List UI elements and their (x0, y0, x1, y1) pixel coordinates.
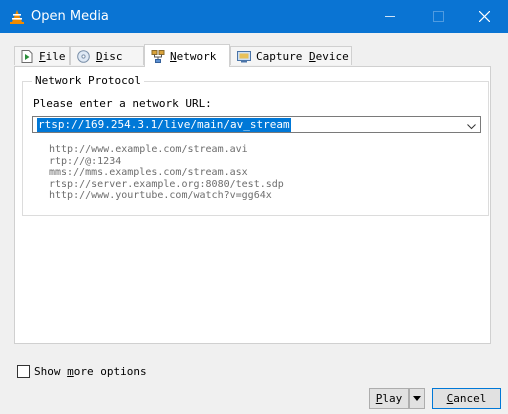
maximize-button[interactable] (416, 0, 460, 33)
close-icon (479, 11, 490, 22)
title-bar: Open Media (0, 0, 508, 33)
tab-file[interactable]: File (14, 46, 70, 65)
window-title: Open Media (31, 9, 109, 24)
play-button[interactable]: Play (369, 388, 409, 409)
network-icon (151, 49, 165, 63)
example-line: http://www.example.com/stream.avi (49, 144, 248, 155)
play-button-label: Play (375, 392, 403, 405)
disc-icon (77, 49, 90, 63)
cancel-button[interactable]: Cancel (432, 388, 501, 409)
play-dropdown-button[interactable] (409, 388, 425, 409)
url-examples: http://www.example.com/stream.avi rtp://… (49, 144, 284, 202)
cancel-button-label: Cancel (446, 392, 487, 405)
group-title: Network Protocol (32, 74, 144, 87)
example-line: rtp://@:1234 (49, 155, 122, 167)
url-prompt-label: Please enter a network URL: (33, 97, 212, 110)
example-line: rtsp://server.example.org:8080/test.sdp (49, 178, 284, 190)
tab-network[interactable]: Network (144, 44, 230, 67)
network-url-value[interactable]: rtsp://169.254.3.1/live/main/av_stream (37, 118, 291, 132)
chevron-down-icon[interactable] (467, 120, 476, 133)
example-line: mms://mms.examples.com/stream.asx (49, 167, 248, 179)
close-button[interactable] (462, 0, 506, 33)
vlc-cone-icon (9, 9, 25, 25)
tab-file-label: File (39, 49, 66, 63)
tab-network-label: Network (170, 49, 217, 63)
network-url-combobox[interactable]: rtsp://169.254.3.1/live/main/av_stream (32, 116, 481, 133)
tab-disc-label: Disc (96, 49, 123, 63)
example-line: http://www.yourtube.com/watch?v=gg64x (49, 190, 272, 202)
capture-device-icon (237, 50, 251, 63)
caret-down-icon (413, 396, 421, 401)
show-more-options-label[interactable]: Show more options (34, 365, 147, 378)
show-more-options-checkbox[interactable] (17, 365, 30, 378)
minimize-button[interactable] (368, 0, 412, 33)
file-icon (21, 49, 33, 63)
tab-capture-device-label: Capture Device (256, 49, 349, 63)
tab-disc[interactable]: Disc (70, 46, 144, 65)
tab-capture-device[interactable]: Capture Device (230, 46, 352, 65)
